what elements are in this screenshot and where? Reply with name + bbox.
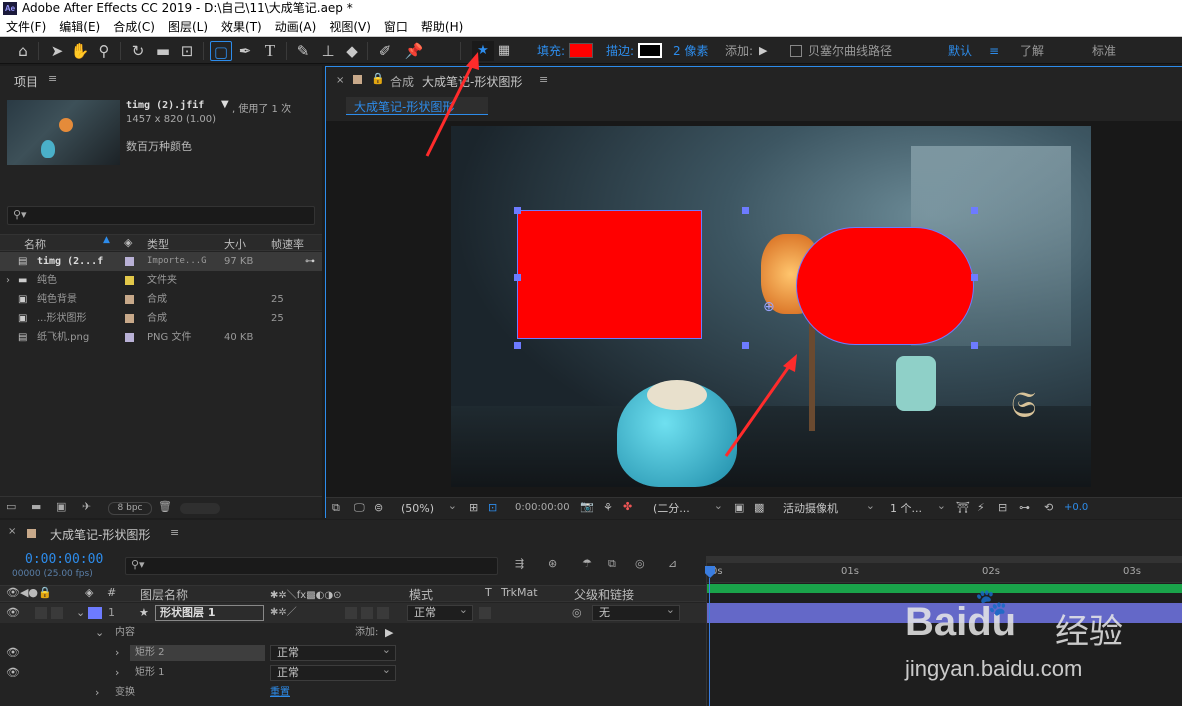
transform-label: 变换 (115, 687, 135, 698)
comp-label-swatch (27, 529, 36, 538)
ruler-tick-label: 01s (841, 566, 859, 577)
paw-icon: 🐾 (975, 588, 1008, 618)
transform-row[interactable]: › 变换 重置 (0, 683, 706, 703)
ruler-tick-label: 02s (982, 566, 1000, 577)
timeline-search-input[interactable]: ⚲▾ (125, 557, 498, 575)
collapse-arrow-icon[interactable]: ⌄ (95, 623, 104, 643)
av-features-icons: 👁◀●🔒 (6, 586, 52, 599)
parent-dropdown[interactable]: 无 (592, 603, 680, 621)
sublayer-name[interactable]: 矩形 2 (130, 645, 265, 661)
column-mode[interactable]: 模式 (409, 586, 433, 603)
switches-icons: ✱✲＼fx▩◐◑⊙ (270, 590, 342, 601)
baidu-watermark: Baidu 🐾 经验 jingyan.baidu.com (905, 588, 1175, 700)
pick-whip-icon[interactable]: ◎ (572, 603, 582, 623)
sublayer-mode-dropdown[interactable]: 正常 (270, 663, 396, 681)
expand-arrow-icon[interactable]: › (115, 663, 119, 683)
sublayer-row[interactable]: 👁 › 矩形 2 正常 (0, 643, 706, 663)
layer-label-swatch[interactable] (88, 607, 102, 619)
column-trkmat[interactable]: TrkMat (501, 586, 538, 599)
time-ruler[interactable]: 0s 01s 02s 03s (707, 563, 1182, 583)
arrow-to-shape-tool (425, 62, 475, 157)
collapse-arrow-icon[interactable]: ⌄ (76, 603, 85, 623)
solo-toggle[interactable] (35, 607, 47, 619)
visibility-eye-icon[interactable]: 👁 (6, 603, 20, 623)
lock-toggle[interactable] (51, 607, 63, 619)
expand-arrow-icon[interactable]: › (115, 643, 119, 663)
ruler-tick-label: 03s (1123, 566, 1141, 577)
layer-switches[interactable]: ✱✲／ (270, 603, 297, 623)
panel-menu-icon[interactable]: ≡ (170, 526, 179, 539)
graph-editor-icon[interactable]: ⊿ (668, 557, 677, 570)
playhead-line (709, 578, 710, 706)
contents-add-label: 添加: (355, 627, 379, 638)
add-menu-icon[interactable]: ▶ (385, 623, 393, 643)
column-layer-name[interactable]: 图层名称 (140, 586, 188, 603)
switch-box[interactable] (345, 607, 357, 619)
contents-label: 内容 (115, 627, 135, 638)
preserve-transparency-box[interactable] (479, 607, 491, 619)
sublayer-name[interactable]: 矩形 1 (130, 665, 265, 681)
switch-box[interactable] (361, 607, 373, 619)
visibility-eye-icon[interactable]: 👁 (6, 643, 20, 663)
shy-layers-icon[interactable]: ☂ (582, 557, 592, 570)
watermark-cn: 经验 (1055, 612, 1123, 652)
timeline-column-header: 👁◀●🔒 ◈ # 图层名称 ✱✲＼fx▩◐◑⊙ 模式 T TrkMat 父级和链… (0, 585, 706, 602)
timeline-comp-name[interactable]: 大成笔记-形状图形 (50, 526, 150, 543)
watermark-url: jingyan.baidu.com (905, 656, 1083, 681)
switch-box[interactable] (377, 607, 389, 619)
column-parent[interactable]: 父级和链接 (574, 586, 634, 603)
work-area-bar[interactable] (707, 556, 1182, 563)
search-icon: ⚲▾ (131, 558, 145, 571)
layer-index: 1 (108, 606, 115, 619)
label-column-icon[interactable]: ◈ (85, 586, 93, 599)
arrowhead-icon (466, 52, 479, 70)
layer-row[interactable]: 👁 ⌄ 1 ★ 形状图层 1 ✱✲／ 正常 ◎ 无 (0, 603, 706, 623)
column-number: # (107, 586, 117, 599)
layer-mode-dropdown[interactable]: 正常 (407, 603, 473, 621)
arrowhead-icon (783, 354, 797, 372)
sublayer-row[interactable]: 👁 › 矩形 1 正常 (0, 663, 706, 683)
contents-row[interactable]: ⌄ 内容 添加: ▶ (0, 623, 706, 643)
shape-layer-star-icon: ★ (139, 606, 149, 619)
sublayer-mode-dropdown[interactable]: 正常 (270, 643, 396, 661)
close-panel-icon[interactable]: × (8, 526, 16, 537)
timeline-frames: 00000 (25.00 fps) (12, 569, 93, 579)
column-t: T (485, 586, 492, 599)
comp-mini-flowchart-icon[interactable]: ⇶ (515, 557, 524, 570)
draft-3d-icon[interactable]: ⊛ (548, 557, 557, 570)
expand-arrow-icon[interactable]: › (95, 683, 99, 703)
frame-blending-icon[interactable]: ⧉ (608, 557, 616, 571)
timeline-timecode[interactable]: 0:00:00:00 (25, 552, 103, 567)
layer-name-field[interactable]: 形状图层 1 (155, 605, 264, 621)
motion-blur-icon[interactable]: ◎ (635, 557, 645, 570)
reset-link[interactable]: 重置 (270, 683, 290, 703)
arrow-to-rounded-shape (724, 364, 792, 457)
visibility-eye-icon[interactable]: 👁 (6, 663, 20, 683)
